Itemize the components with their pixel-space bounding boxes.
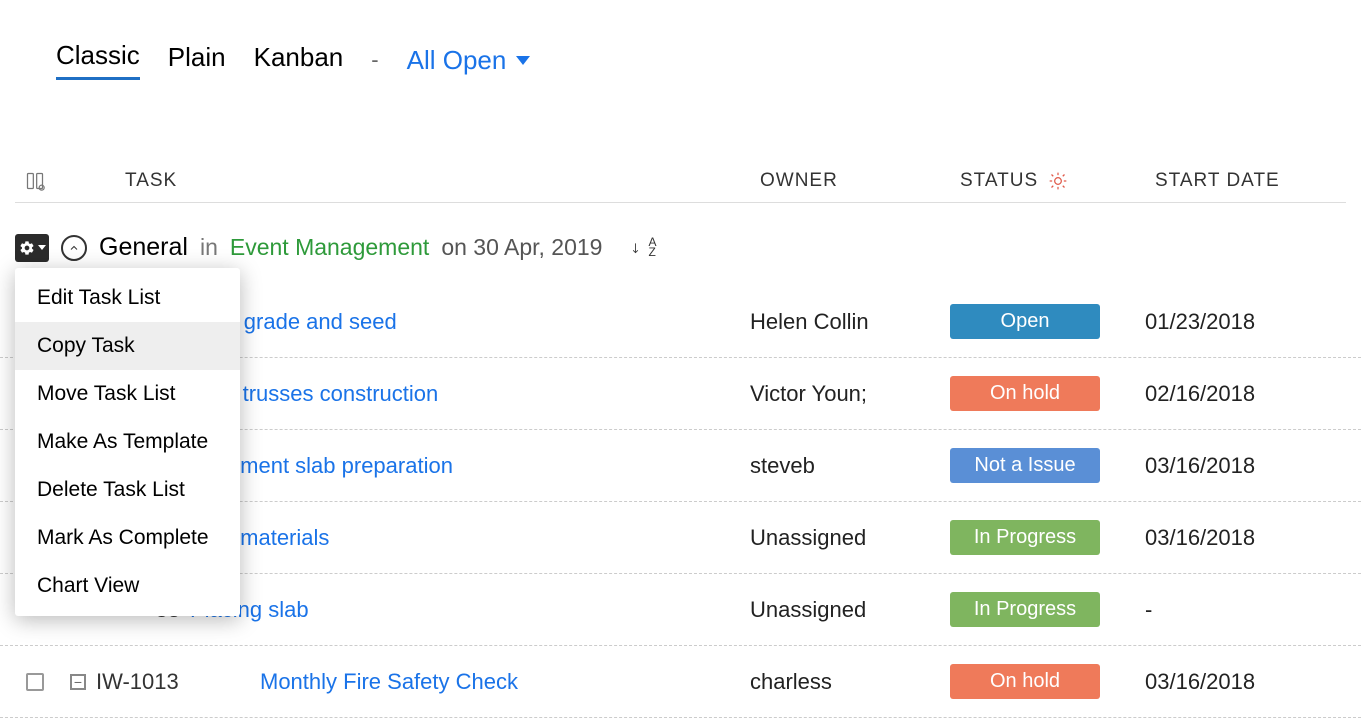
status-badge[interactable]: In Progress [950,520,1100,555]
task-start-date: - [1145,597,1361,623]
tasklist-actions-button[interactable] [15,234,49,262]
task-start-date: 03/16/2018 [1145,525,1361,551]
filter-label: All Open [407,45,507,76]
menu-delete-tasklist[interactable]: Delete Task List [15,466,240,514]
task-start-date: 03/16/2018 [1145,453,1361,479]
task-owner: charless [750,669,950,695]
menu-chart-view[interactable]: Chart View [15,562,240,610]
tasklist-date: on 30 Apr, 2019 [441,234,602,261]
col-header-task: TASK [55,170,760,192]
filter-dropdown[interactable]: All Open [407,45,531,76]
status-badge[interactable]: Open [950,304,1100,339]
task-title-link[interactable]: Basement slab preparation [190,453,750,479]
status-badge[interactable]: On hold [950,376,1100,411]
view-tab-kanban[interactable]: Kanban [254,42,344,79]
task-owner: Helen Collin [750,309,950,335]
tasklist-name: General [99,233,188,262]
chevron-down-icon [38,245,46,250]
chevron-down-icon [516,56,530,65]
view-tab-classic[interactable]: Classic [56,40,140,80]
task-id: −IW-1013 [70,669,260,695]
tasklist-project[interactable]: Event Management [230,234,429,261]
task-start-date: 03/16/2018 [1145,669,1361,695]
task-start-date: 02/16/2018 [1145,381,1361,407]
col-header-owner: OWNER [760,170,960,192]
view-tab-plain[interactable]: Plain [168,42,226,79]
task-title-link[interactable]: Monthly Fire Safety Check [260,669,750,695]
collapse-icon[interactable]: − [70,674,86,690]
tasklist-in-label: in [200,234,218,261]
task-owner: Victor Youn; [750,381,950,407]
task-title-link[interactable]: Slab materials [190,525,750,551]
column-settings-icon[interactable] [15,171,55,191]
task-start-date: 01/23/2018 [1145,309,1361,335]
task-title-link[interactable]: Placing slab [190,597,750,623]
gear-icon [1048,171,1068,191]
sort-button[interactable]: AZ [632,238,656,257]
status-badge[interactable]: Not a Issue [950,448,1100,483]
task-title-link[interactable]: Roof trusses construction [190,381,750,407]
col-header-start: START DATE [1155,170,1346,192]
menu-move-tasklist[interactable]: Move Task List [15,370,240,418]
row-checkbox[interactable] [26,673,44,691]
status-badge[interactable]: In Progress [950,592,1100,627]
tab-separator: - [371,47,378,73]
task-owner: Unassigned [750,525,950,551]
tasklist-context-menu: Edit Task List Copy Task Move Task List … [15,268,240,616]
col-header-status[interactable]: STATUS [960,170,1155,192]
task-title-link[interactable]: Final grade and seed [190,309,750,335]
menu-edit-tasklist[interactable]: Edit Task List [15,274,240,322]
task-row: −IW-1013Monthly Fire Safety Checkcharles… [0,646,1361,718]
menu-make-template[interactable]: Make As Template [15,418,240,466]
collapse-toggle[interactable] [61,235,87,261]
task-owner: steveb [750,453,950,479]
menu-mark-complete[interactable]: Mark As Complete [15,514,240,562]
menu-copy-task[interactable]: Copy Task [15,322,240,370]
task-owner: Unassigned [750,597,950,623]
